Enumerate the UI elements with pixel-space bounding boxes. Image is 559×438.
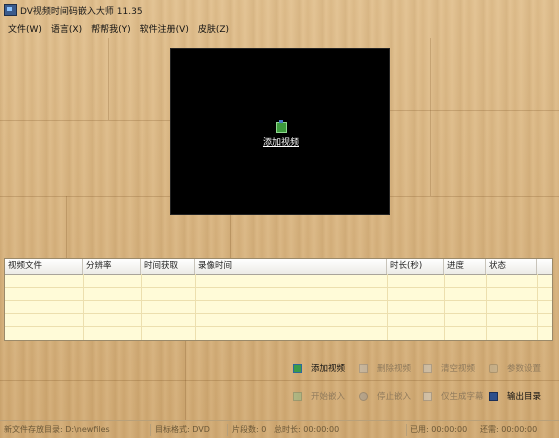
wrench-icon (489, 363, 498, 373)
param-settings-button[interactable]: 参数设置 (489, 361, 541, 375)
menu-language[interactable]: 语言(X) (47, 21, 86, 35)
title-bar: DV视频时间码嵌入大师 11.35 (0, 0, 559, 19)
clear-video-button[interactable]: 清空视频 (423, 361, 475, 375)
clear-video-icon (423, 363, 432, 373)
preview-add-video-link[interactable]: 添加视频 (251, 120, 311, 148)
app-window: DV视频时间码嵌入大师 11.35 文件(W) 语言(X) 帮帮我(Y) 软件注… (0, 0, 559, 438)
param-settings-label: 参数设置 (507, 364, 542, 374)
video-file-table[interactable]: 视频文件 分辨率 时间获取 录像时间 时长(秒) 进度 状态 (4, 258, 553, 341)
stop-icon (359, 391, 368, 401)
subtitles-only-label: 仅生成字幕 (441, 392, 484, 402)
column-header-progress[interactable]: 进度 (444, 259, 486, 274)
status-total-duration: 总时长: 00:00:00 (274, 425, 340, 434)
output-dir-button[interactable]: 输出目录 (489, 389, 541, 403)
status-clip-count: 片段数: 0 (232, 425, 267, 434)
start-icon (293, 391, 302, 401)
preview-add-video-label: 添加视频 (262, 138, 299, 148)
menu-file[interactable]: 文件(W) (4, 21, 46, 35)
start-embed-label: 开始嵌入 (311, 392, 346, 402)
window-title: DV视频时间码嵌入大师 11.35 (20, 7, 143, 17)
delete-video-icon (359, 363, 368, 373)
column-header-time-source[interactable]: 时间获取 (141, 259, 195, 274)
delete-video-button[interactable]: 删除视频 (359, 361, 411, 375)
film-icon (275, 120, 287, 133)
subtitles-only-button[interactable]: 仅生成字幕 (423, 389, 484, 403)
column-header-video-file[interactable]: 视频文件 (5, 259, 83, 274)
status-used: 已用: 00:00:00 (410, 425, 468, 434)
menu-register[interactable]: 软件注册(V) (136, 21, 193, 35)
output-dir-label: 输出目录 (507, 392, 542, 402)
column-header-record-time[interactable]: 录像时间 (195, 259, 387, 274)
stop-embed-button[interactable]: 停止嵌入 (359, 389, 411, 403)
menu-skin[interactable]: 皮肤(Z) (194, 21, 233, 35)
status-output-dir: 新文件存放目录: D:\newfiles (4, 425, 110, 434)
column-header-status[interactable]: 状态 (486, 259, 537, 274)
folder-pen-icon (489, 391, 498, 401)
video-preview[interactable]: 添加视频 (170, 48, 390, 215)
start-embed-button[interactable]: 开始嵌入 (293, 389, 345, 403)
menu-bar: 文件(W) 语言(X) 帮帮我(Y) 软件注册(V) 皮肤(Z) (4, 21, 234, 35)
app-icon (4, 4, 17, 16)
column-header-duration[interactable]: 时长(秒) (387, 259, 444, 274)
delete-video-label: 删除视频 (377, 364, 412, 374)
add-video-button[interactable]: 添加视频 (293, 361, 345, 375)
stop-embed-label: 停止嵌入 (377, 392, 412, 402)
menu-help[interactable]: 帮帮我(Y) (87, 21, 135, 35)
table-header: 视频文件 分辨率 时间获取 录像时间 时长(秒) 进度 状态 (5, 259, 552, 275)
status-bar: 新文件存放目录: D:\newfiles 目标格式: DVD 片段数: 0 总时… (0, 420, 559, 438)
column-header-resolution[interactable]: 分辨率 (83, 259, 141, 274)
status-remaining: 还需: 00:00:00 (480, 425, 538, 434)
add-video-label: 添加视频 (311, 364, 346, 374)
add-video-icon (293, 363, 302, 373)
subtitle-icon (423, 391, 432, 401)
clear-video-label: 清空视频 (441, 364, 476, 374)
status-target-format: 目标格式: DVD (155, 425, 210, 434)
